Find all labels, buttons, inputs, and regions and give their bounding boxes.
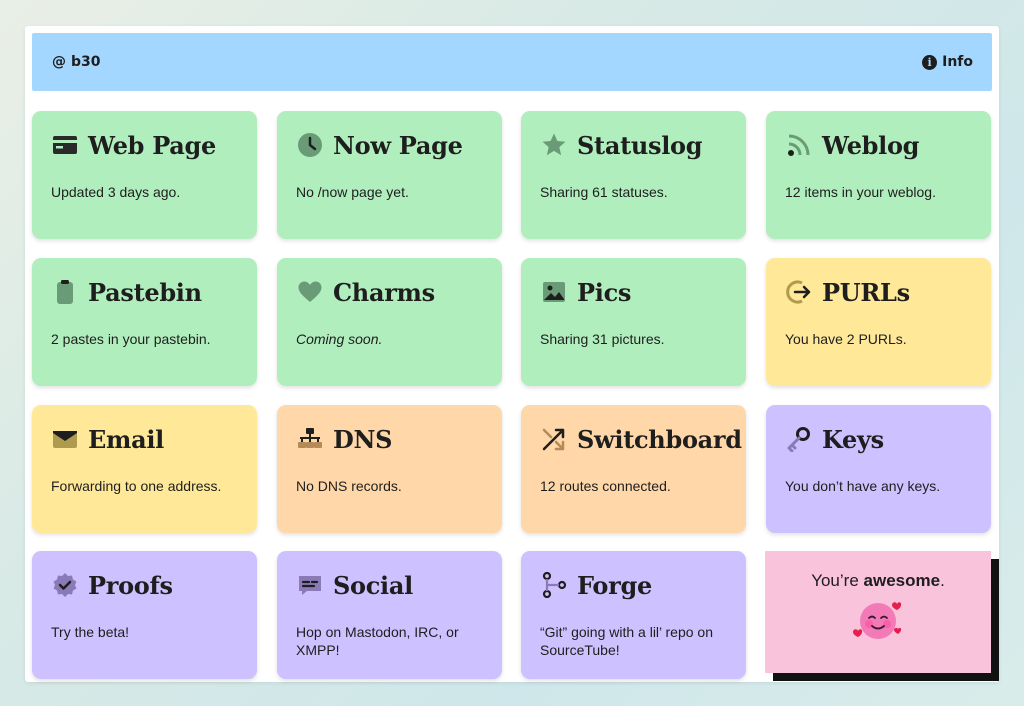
tile-title: DNS xyxy=(333,424,393,454)
tile-title: Pastebin xyxy=(88,277,202,307)
awesome-suffix: . xyxy=(940,571,945,590)
star-icon xyxy=(540,131,568,159)
tile-description: Sharing 61 statuses. xyxy=(540,184,668,200)
tile-pics[interactable]: Pics Sharing 31 pictures. xyxy=(521,258,746,386)
shuffle-icon xyxy=(540,425,568,453)
tile-web-page[interactable]: Web Page Updated 3 days ago. xyxy=(32,111,257,239)
envelope-icon xyxy=(51,425,79,453)
tile-description: 12 routes connected. xyxy=(540,478,671,494)
tile-switchboard[interactable]: Switchboard 12 routes connected. xyxy=(521,405,746,533)
awesome-bold: awesome xyxy=(863,571,941,590)
tile-title: Social xyxy=(333,570,413,600)
tile-description: Try the beta! xyxy=(51,624,130,640)
network-icon xyxy=(296,425,324,453)
tile-proofs[interactable]: Proofs Try the beta! xyxy=(32,551,257,679)
tile-description: Sharing 31 pictures. xyxy=(540,331,665,347)
git-branch-icon xyxy=(540,571,568,599)
tile-title: Switchboard xyxy=(577,424,742,454)
key-icon xyxy=(785,425,813,453)
awesome-prefix: You’re xyxy=(811,571,864,590)
tile-title: Now Page xyxy=(333,130,463,160)
tile-description: No DNS records. xyxy=(296,478,402,494)
browser-window-icon xyxy=(51,131,79,159)
clock-icon xyxy=(296,131,324,159)
tile-title: Web Page xyxy=(88,130,217,160)
tile-description: You don’t have any keys. xyxy=(785,478,941,494)
tile-description: Updated 3 days ago. xyxy=(51,184,181,200)
clipboard-icon xyxy=(51,278,79,306)
tile-description: 12 items in your weblog. xyxy=(785,184,936,200)
tile-email[interactable]: Email Forwarding to one address. xyxy=(32,405,257,533)
chat-bubble-icon xyxy=(296,571,324,599)
awesome-card: You’re awesome. xyxy=(765,551,991,673)
image-icon xyxy=(540,278,568,306)
tile-charms[interactable]: Charms Coming soon. xyxy=(277,258,502,386)
awesome-message: You’re awesome. xyxy=(765,571,991,591)
tile-description: No /now page yet. xyxy=(296,184,409,200)
tile-title: Keys xyxy=(822,424,884,454)
tile-description: You have 2 PURLs. xyxy=(785,331,907,347)
tile-keys[interactable]: Keys You don’t have any keys. xyxy=(766,405,991,533)
heart-icon xyxy=(296,278,324,306)
tile-title: PURLs xyxy=(822,277,910,307)
tile-description: Forwarding to one address. xyxy=(51,478,222,494)
tile-title: Charms xyxy=(333,277,435,307)
tile-weblog[interactable]: Weblog 12 items in your weblog. xyxy=(766,111,991,239)
tile-description: 2 pastes in your pastebin. xyxy=(51,331,211,347)
tile-purls[interactable]: PURLs You have 2 PURLs. xyxy=(766,258,991,386)
tile-statuslog[interactable]: Statuslog Sharing 61 statuses. xyxy=(521,111,746,239)
tile-title: Email xyxy=(88,424,164,454)
redirect-arrow-icon xyxy=(785,278,813,306)
tile-pastebin[interactable]: Pastebin 2 pastes in your pastebin. xyxy=(32,258,257,386)
tile-title: Proofs xyxy=(88,570,173,600)
tile-social[interactable]: Social Hop on Mastodon, IRC, or XMPP! xyxy=(277,551,502,679)
tile-description: “Git” going with a lil’ repo on SourceTu… xyxy=(540,624,714,658)
tile-description: Coming soon. xyxy=(296,331,383,347)
tile-now-page[interactable]: Now Page No /now page yet. xyxy=(277,111,502,239)
tile-forge[interactable]: Forge “Git” going with a lil’ repo on So… xyxy=(521,551,746,679)
tile-title: Forge xyxy=(577,570,652,600)
verified-badge-icon xyxy=(51,571,79,599)
tile-description: Hop on Mastodon, IRC, or XMPP! xyxy=(296,624,459,658)
service-grid: Web Page Updated 3 days ago. Now Page No… xyxy=(25,26,999,682)
dashboard-panel: @ b30 i Info Web Page Updated 3 days ago… xyxy=(25,26,999,682)
rss-icon xyxy=(785,131,813,159)
tile-dns[interactable]: DNS No DNS records. xyxy=(277,405,502,533)
tile-title: Pics xyxy=(577,277,632,307)
tile-title: Statuslog xyxy=(577,130,703,160)
smiling-face-with-hearts-icon xyxy=(853,602,902,639)
tile-title: Weblog xyxy=(822,130,920,160)
